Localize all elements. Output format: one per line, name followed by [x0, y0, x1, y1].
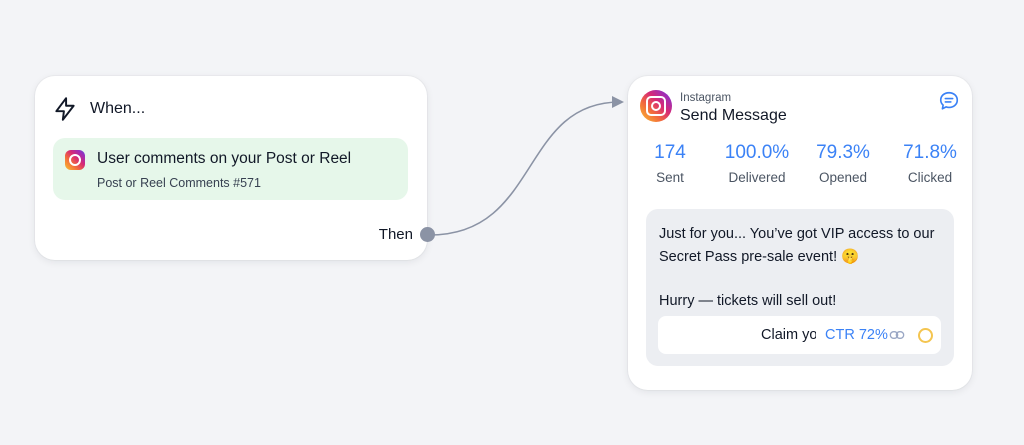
- platform-label: Instagram: [680, 92, 732, 104]
- stat-value: 100.0%: [724, 142, 790, 163]
- stat-label: Clicked: [907, 170, 953, 185]
- message-preview[interactable]: Just for you... You’ve got VIP access to…: [646, 209, 954, 366]
- trigger-header: When...: [52, 96, 145, 122]
- stat-clicked: 71.8% Clicked: [890, 142, 970, 185]
- stat-sent: 174 Sent: [630, 142, 710, 185]
- trigger-title: When...: [90, 100, 146, 117]
- message-line: Just for you... You’ve got VIP access to…: [659, 226, 935, 265]
- stat-label: Opened: [818, 170, 868, 185]
- then-output-port[interactable]: [420, 227, 435, 242]
- stat-opened: 79.3% Opened: [803, 142, 883, 185]
- status-indicator: [918, 328, 933, 343]
- ctr-badge: CTR 72%: [825, 327, 888, 343]
- trigger-item-title: User comments on your Post or Reel: [97, 150, 352, 167]
- connector-arrowhead: [612, 96, 624, 108]
- stat-value: 174: [654, 142, 686, 163]
- stat-delivered: 100.0% Delivered: [717, 142, 797, 185]
- message-line: Hurry — tickets will sell out!: [659, 293, 837, 309]
- then-label: Then: [378, 226, 413, 243]
- trigger-item-subtitle: Post or Reel Comments #571: [97, 176, 261, 190]
- button-label: Claim your pass: [761, 327, 816, 343]
- send-message-node[interactable]: Instagram Send Message 174 Sent 100.0% D…: [628, 76, 972, 390]
- chat-icon[interactable]: [938, 90, 960, 112]
- trigger-node[interactable]: When... User comments on your Post or Re…: [35, 76, 427, 260]
- instagram-icon: [65, 150, 85, 170]
- message-text: Just for you... You’ve got VIP access to…: [659, 223, 944, 313]
- action-title: Send Message: [680, 107, 787, 124]
- stat-label: Sent: [656, 170, 684, 185]
- stat-label: Delivered: [728, 170, 786, 185]
- instagram-icon: [640, 90, 672, 122]
- link-icon: [889, 331, 905, 339]
- stat-value: 71.8%: [903, 142, 957, 163]
- trigger-item[interactable]: User comments on your Post or Reel Post …: [53, 138, 408, 200]
- lightning-icon: [55, 97, 75, 121]
- stat-value: 79.3%: [816, 142, 870, 163]
- message-button[interactable]: Claim your pass CTR 72%: [658, 316, 941, 354]
- stats-row: 174 Sent 100.0% Delivered 79.3% Opened 7…: [628, 142, 972, 186]
